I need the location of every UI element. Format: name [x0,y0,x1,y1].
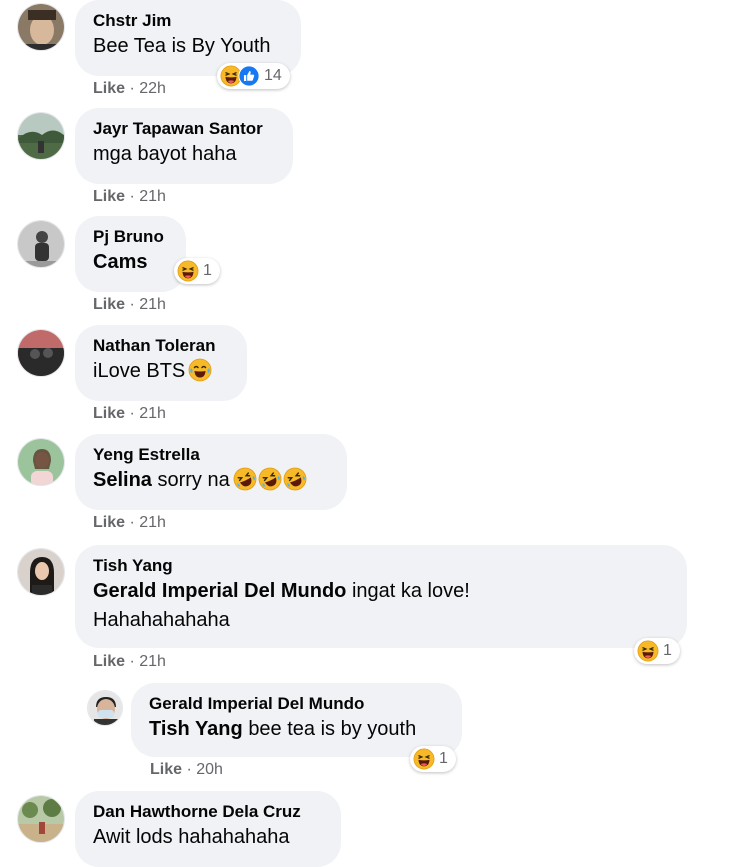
avatar[interactable] [17,329,65,377]
comment-text: mga bayot haha [93,143,237,165]
comment-author[interactable]: Nathan Toleran [93,335,229,357]
comment-author[interactable]: Jayr Tapawan Santor [93,118,275,140]
comment-author[interactable]: Tish Yang [93,555,669,577]
like-button[interactable]: Like [93,653,125,670]
avatar[interactable] [87,690,123,726]
reaction-count: 1 [663,642,672,659]
comment-text: bee tea is by youth [248,718,417,740]
comment-bubble: Dan Hawthorne Dela Cruz Awit lods hahaha… [75,791,341,867]
like-button[interactable]: Like [93,188,125,205]
comment-bubble: Tish Yang Gerald Imperial Del Mundo inga… [75,545,687,648]
reaction-count: 14 [264,67,282,84]
rolling-laughing-emoji [233,467,257,491]
tears-of-joy-emoji [188,358,212,382]
haha-reaction-icon [637,640,659,662]
comment-time[interactable]: 21h [139,188,166,205]
like-button[interactable]: Like [93,514,125,531]
comment-meta: Like · 20h [150,761,223,778]
like-reaction-icon [238,65,260,87]
comment-text: sorry na [157,469,230,491]
comment-time[interactable]: 20h [196,761,223,778]
avatar[interactable] [17,112,65,160]
avatar[interactable] [17,795,65,843]
mention-link[interactable]: Cams [93,251,147,273]
comment-meta: Like · 21h [93,653,166,670]
reaction-count: 1 [203,262,212,279]
reaction-summary[interactable]: 14 [217,63,290,89]
comment-bubble: Nathan Toleran iLove BTS [75,325,247,401]
rolling-laughing-emoji [258,467,282,491]
comment-time[interactable]: 21h [139,296,166,313]
comment-meta: Like · 21h [93,405,166,422]
comment-text: iLove BTS [93,360,186,382]
comment-author[interactable]: Gerald Imperial Del Mundo [149,693,444,715]
mention-link[interactable]: Gerald Imperial Del Mundo [93,580,346,602]
comment-text: ingat ka love! [351,580,470,602]
avatar[interactable] [17,3,65,51]
comment-author[interactable]: Chstr Jim [93,10,283,32]
comment-bubble: Jayr Tapawan Santor mga bayot haha [75,108,293,184]
mention-link[interactable]: Selina [93,469,152,491]
reaction-count: 1 [439,750,448,767]
like-button[interactable]: Like [150,761,182,778]
comment-time[interactable]: 21h [139,653,166,670]
avatar[interactable] [17,548,65,596]
like-button[interactable]: Like [93,405,125,422]
comment-bubble: Gerald Imperial Del Mundo Tish Yang bee … [131,683,462,757]
like-button[interactable]: Like [93,296,125,313]
comment-meta: Like · 21h [93,188,166,205]
comment-meta: Like · 21h [93,514,166,531]
comment-author[interactable]: Dan Hawthorne Dela Cruz [93,801,323,823]
comment-meta: Like · 22h [93,80,166,97]
comment-text: Bee Tea is By Youth [93,35,271,57]
comment-author[interactable]: Yeng Estrella [93,444,329,466]
comment-time[interactable]: 21h [139,514,166,531]
comment-bubble: Pj Bruno Cams [75,216,186,292]
reaction-summary[interactable]: 1 [634,638,680,664]
avatar[interactable] [17,220,65,268]
comment-text: Hahahahahaha [93,609,230,631]
comment-author[interactable]: Pj Bruno [93,226,168,248]
haha-reaction-icon [413,748,435,770]
comment-bubble: Yeng Estrella Selina sorry na [75,434,347,510]
haha-reaction-icon [177,260,199,282]
avatar[interactable] [17,438,65,486]
comment-time[interactable]: 22h [139,80,166,97]
reaction-summary[interactable]: 1 [410,746,456,772]
rolling-laughing-emoji [283,467,307,491]
comment-meta: Like · 21h [93,296,166,313]
comment-time[interactable]: 21h [139,405,166,422]
like-button[interactable]: Like [93,80,125,97]
comment-text: Awit lods hahahahaha [93,826,290,848]
reaction-summary[interactable]: 1 [174,258,220,284]
mention-link[interactable]: Tish Yang [149,718,243,740]
